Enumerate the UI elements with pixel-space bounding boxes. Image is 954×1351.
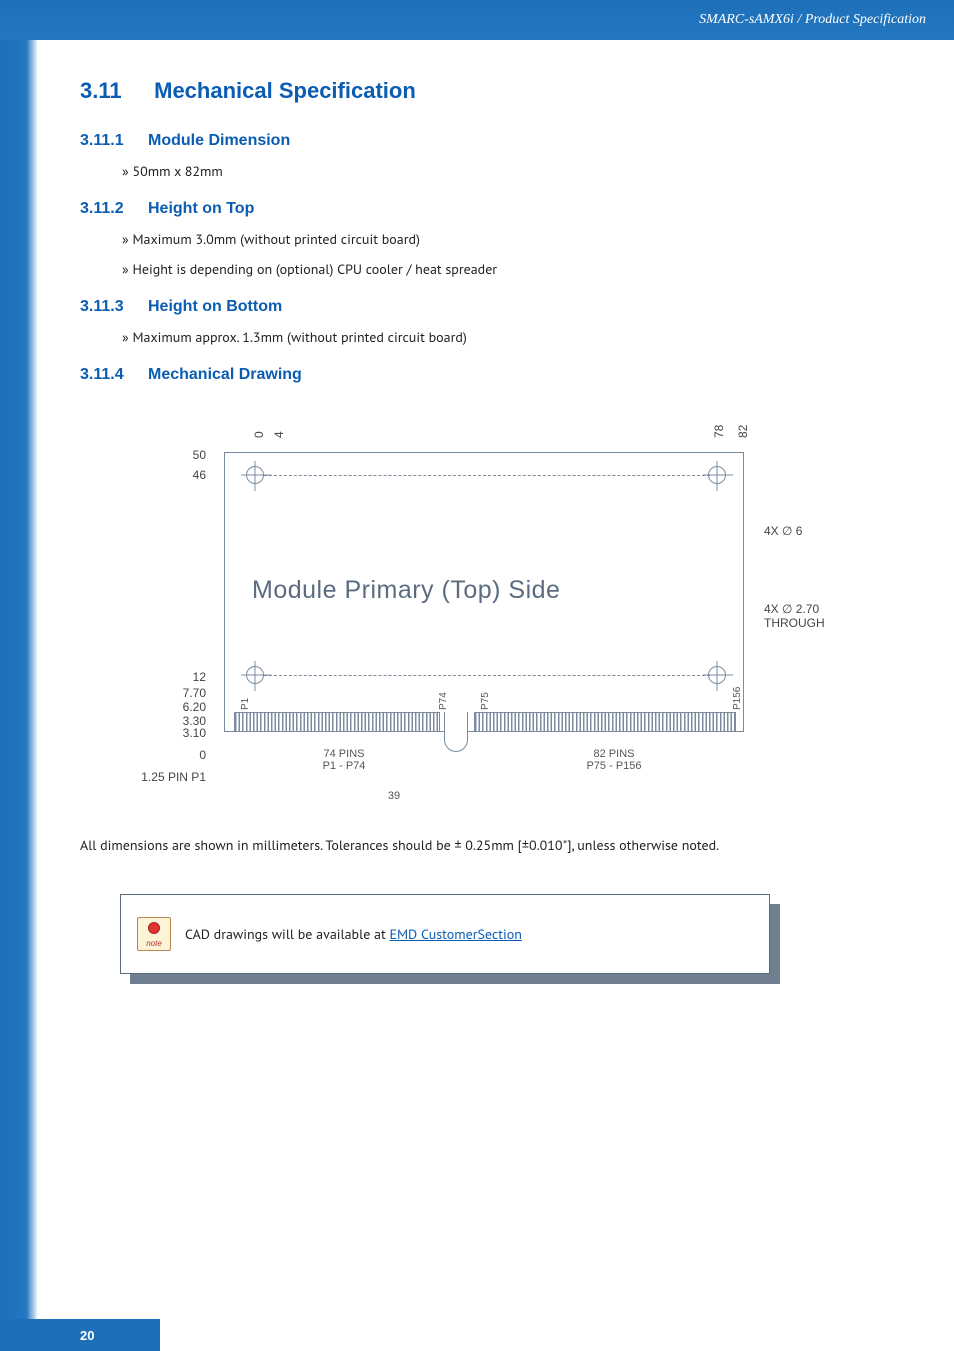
pin-p74: P74 xyxy=(438,692,449,710)
right-label-through: 4X ∅ 2.70 THROUGH xyxy=(764,602,825,630)
subsection-number: 3.11.4 xyxy=(80,366,148,384)
callout-box: note CAD drawings will be available at E… xyxy=(120,894,770,974)
section-title: Mechanical Specification xyxy=(154,78,416,103)
mechanical-drawing-figure: Module Primary (Top) Side 50 46 12 7.70 … xyxy=(104,404,844,816)
dim-left-310: 3.10 xyxy=(152,726,206,740)
subsection-heading: 3.11.2Height on Top xyxy=(80,200,880,218)
centerline-bot xyxy=(264,675,710,676)
callout-text: CAD drawings will be available at EMD Cu… xyxy=(185,925,522,943)
subsection-heading: 3.11.4Mechanical Drawing xyxy=(80,366,880,384)
subsection-heading: 3.11.1Module Dimension xyxy=(80,132,880,150)
dim-left-0: 0 xyxy=(152,748,206,762)
section-heading: 3.11 Mechanical Specification xyxy=(80,78,880,104)
connector-notch xyxy=(444,712,468,752)
tolerance-note: All dimensions are shown in millimeters.… xyxy=(80,836,880,854)
section-number: 3.11 xyxy=(80,78,148,104)
subsection-number: 3.11.2 xyxy=(80,200,148,218)
edge-pins-left xyxy=(234,712,440,732)
dim-left-770: 7.70 xyxy=(152,686,206,700)
hole-tl xyxy=(246,466,264,484)
emd-customer-section-link[interactable]: EMD CustomerSection xyxy=(389,925,521,943)
hole-bl xyxy=(246,666,264,684)
drawing-title: Module Primary (Top) Side xyxy=(252,576,560,605)
centerline-top xyxy=(264,475,710,476)
subsection-title: Module Dimension xyxy=(148,132,290,149)
dim-top-78: 78 xyxy=(712,425,726,438)
dim-left-12: 12 xyxy=(152,670,206,684)
pin-p156: P156 xyxy=(732,687,743,710)
subsection-title: Height on Top xyxy=(148,200,254,217)
header-band: SMARC-sAMX6i / Product Specification xyxy=(0,0,954,40)
breadcrumb: SMARC-sAMX6i / Product Specification xyxy=(699,12,926,28)
callout-prefix: CAD drawings will be available at xyxy=(185,925,389,943)
note-icon: note xyxy=(137,917,171,951)
hole-br xyxy=(708,666,726,684)
dim-top-0: 0 xyxy=(252,431,266,438)
pin-p1: P1 xyxy=(240,698,251,710)
page-number: 20 xyxy=(80,1328,94,1343)
dim-left-620: 6.20 xyxy=(152,700,206,714)
pin-p75: P75 xyxy=(480,692,491,710)
bullet-item: Maximum 3.0mm (without printed circuit b… xyxy=(122,230,880,248)
subsection-title: Height on Bottom xyxy=(148,298,282,315)
dim-left-50: 50 xyxy=(152,448,206,462)
bullet-item: 50mm x 82mm xyxy=(122,162,880,180)
left-band xyxy=(0,40,38,1351)
edge-pins-right xyxy=(474,712,736,732)
dim-top-82: 82 xyxy=(736,425,750,438)
under-left: 74 PINS P1 - P74 xyxy=(294,748,394,772)
bullet-item: Height is depending on (optional) CPU co… xyxy=(122,260,880,278)
dim-left-46: 46 xyxy=(152,468,206,482)
under-right: 82 PINS P75 - P156 xyxy=(564,748,664,772)
subsection-number: 3.11.1 xyxy=(80,132,148,150)
dim-top-4: 4 xyxy=(272,431,286,438)
page-number-band: 20 xyxy=(0,1319,160,1351)
hole-tr xyxy=(708,466,726,484)
right-label-holes: 4X ∅ 6 xyxy=(764,524,802,538)
note-callout: note CAD drawings will be available at E… xyxy=(120,894,780,974)
dim-left-pinp1: 1.25 PIN P1 xyxy=(112,770,206,784)
subsection-heading: 3.11.3Height on Bottom xyxy=(80,298,880,316)
under-len: 39 xyxy=(364,790,424,802)
subsection-number: 3.11.3 xyxy=(80,298,148,316)
subsection-title: Mechanical Drawing xyxy=(148,366,302,383)
page-content: 3.11 Mechanical Specification 3.11.1Modu… xyxy=(80,78,880,974)
bullet-item: Maximum approx. 1.3mm (without printed c… xyxy=(122,328,880,346)
